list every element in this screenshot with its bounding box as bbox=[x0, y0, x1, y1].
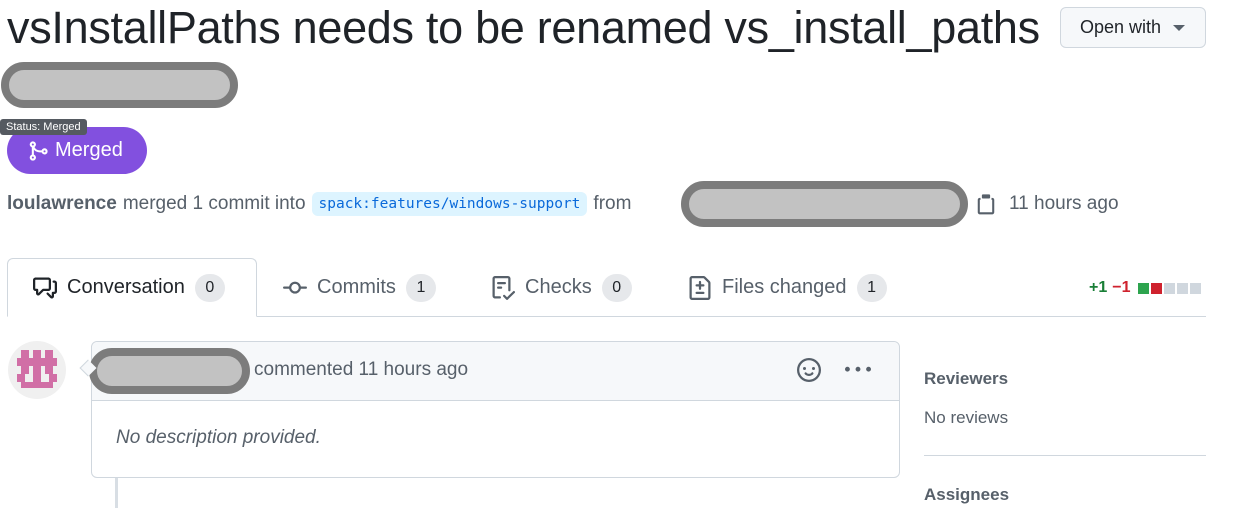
file-diff-icon bbox=[689, 275, 711, 300]
diffstat-box bbox=[1137, 282, 1149, 294]
tab-commits[interactable]: Commits 1 bbox=[258, 258, 461, 317]
merge-time: 11 hours ago bbox=[975, 190, 1119, 218]
additions-count: +1 bbox=[1089, 279, 1108, 296]
tab-label: Conversation bbox=[67, 276, 185, 298]
comment-body: No description provided. bbox=[116, 427, 321, 448]
assignees-heading[interactable]: Assignees bbox=[924, 485, 1009, 505]
avatar[interactable] bbox=[8, 341, 66, 399]
copy-icon[interactable] bbox=[975, 193, 997, 215]
smiley-icon[interactable] bbox=[797, 358, 821, 382]
git-commit-icon bbox=[283, 281, 307, 294]
comment-action: commented 11 hours ago bbox=[254, 359, 469, 380]
tab-counter: 0 bbox=[601, 273, 632, 302]
open-with-label: Open with bbox=[1080, 17, 1162, 37]
merged-time-text: 11 hours ago bbox=[1009, 193, 1119, 214]
redacted-head-branch bbox=[681, 181, 968, 227]
deletions-count: −1 bbox=[1112, 279, 1131, 296]
merge-author-link[interactable]: loulawrence bbox=[7, 193, 117, 215]
base-branch-link[interactable]: spack:features/windows-support bbox=[311, 192, 588, 216]
tab-counter: 1 bbox=[856, 273, 887, 302]
checklist-icon bbox=[492, 275, 515, 300]
tab-files-changed[interactable]: Files changed 1 bbox=[663, 258, 912, 317]
diffstat-boxes bbox=[1137, 282, 1201, 294]
diffstat[interactable]: +1 −1 bbox=[1089, 279, 1201, 297]
tab-checks[interactable]: Checks 0 bbox=[466, 258, 657, 317]
reviewers-heading[interactable]: Reviewers bbox=[924, 369, 1008, 389]
tab-conversation[interactable]: Conversation 0 bbox=[7, 258, 257, 317]
merge-summary: loulawrence merged 1 commit into spack:f… bbox=[7, 190, 639, 218]
reviewers-value: No reviews bbox=[924, 408, 1009, 427]
diffstat-box bbox=[1150, 282, 1162, 294]
tab-label: Files changed bbox=[722, 276, 847, 298]
redacted-commenter bbox=[89, 348, 250, 394]
timeline-line bbox=[115, 478, 118, 508]
comment-actions bbox=[797, 357, 871, 383]
identicon-icon bbox=[17, 350, 57, 388]
status-tooltip: Status: Merged bbox=[0, 119, 87, 135]
diffstat-box bbox=[1176, 282, 1188, 294]
from-text: from bbox=[593, 193, 632, 214]
diffstat-box bbox=[1163, 282, 1175, 294]
git-merge-icon bbox=[29, 140, 48, 161]
sidebar-divider bbox=[924, 455, 1206, 456]
tab-counter: 1 bbox=[405, 273, 436, 302]
status-label: Merged bbox=[55, 139, 123, 161]
pr-title: vsInstallPaths needs to be renamed vs_in… bbox=[7, 2, 1040, 53]
comment-discussion-icon bbox=[33, 277, 57, 298]
merge-text: merged 1 commit into bbox=[122, 193, 306, 214]
triangle-down-icon bbox=[1173, 24, 1186, 31]
tab-counter: 0 bbox=[194, 273, 225, 302]
diffstat-box bbox=[1189, 282, 1201, 294]
open-with-button[interactable]: Open with bbox=[1060, 7, 1206, 48]
tab-label: Commits bbox=[317, 276, 396, 298]
tab-label: Checks bbox=[525, 276, 592, 298]
kebab-horizontal-icon[interactable] bbox=[845, 357, 871, 383]
redacted-pr-number bbox=[1, 62, 238, 108]
